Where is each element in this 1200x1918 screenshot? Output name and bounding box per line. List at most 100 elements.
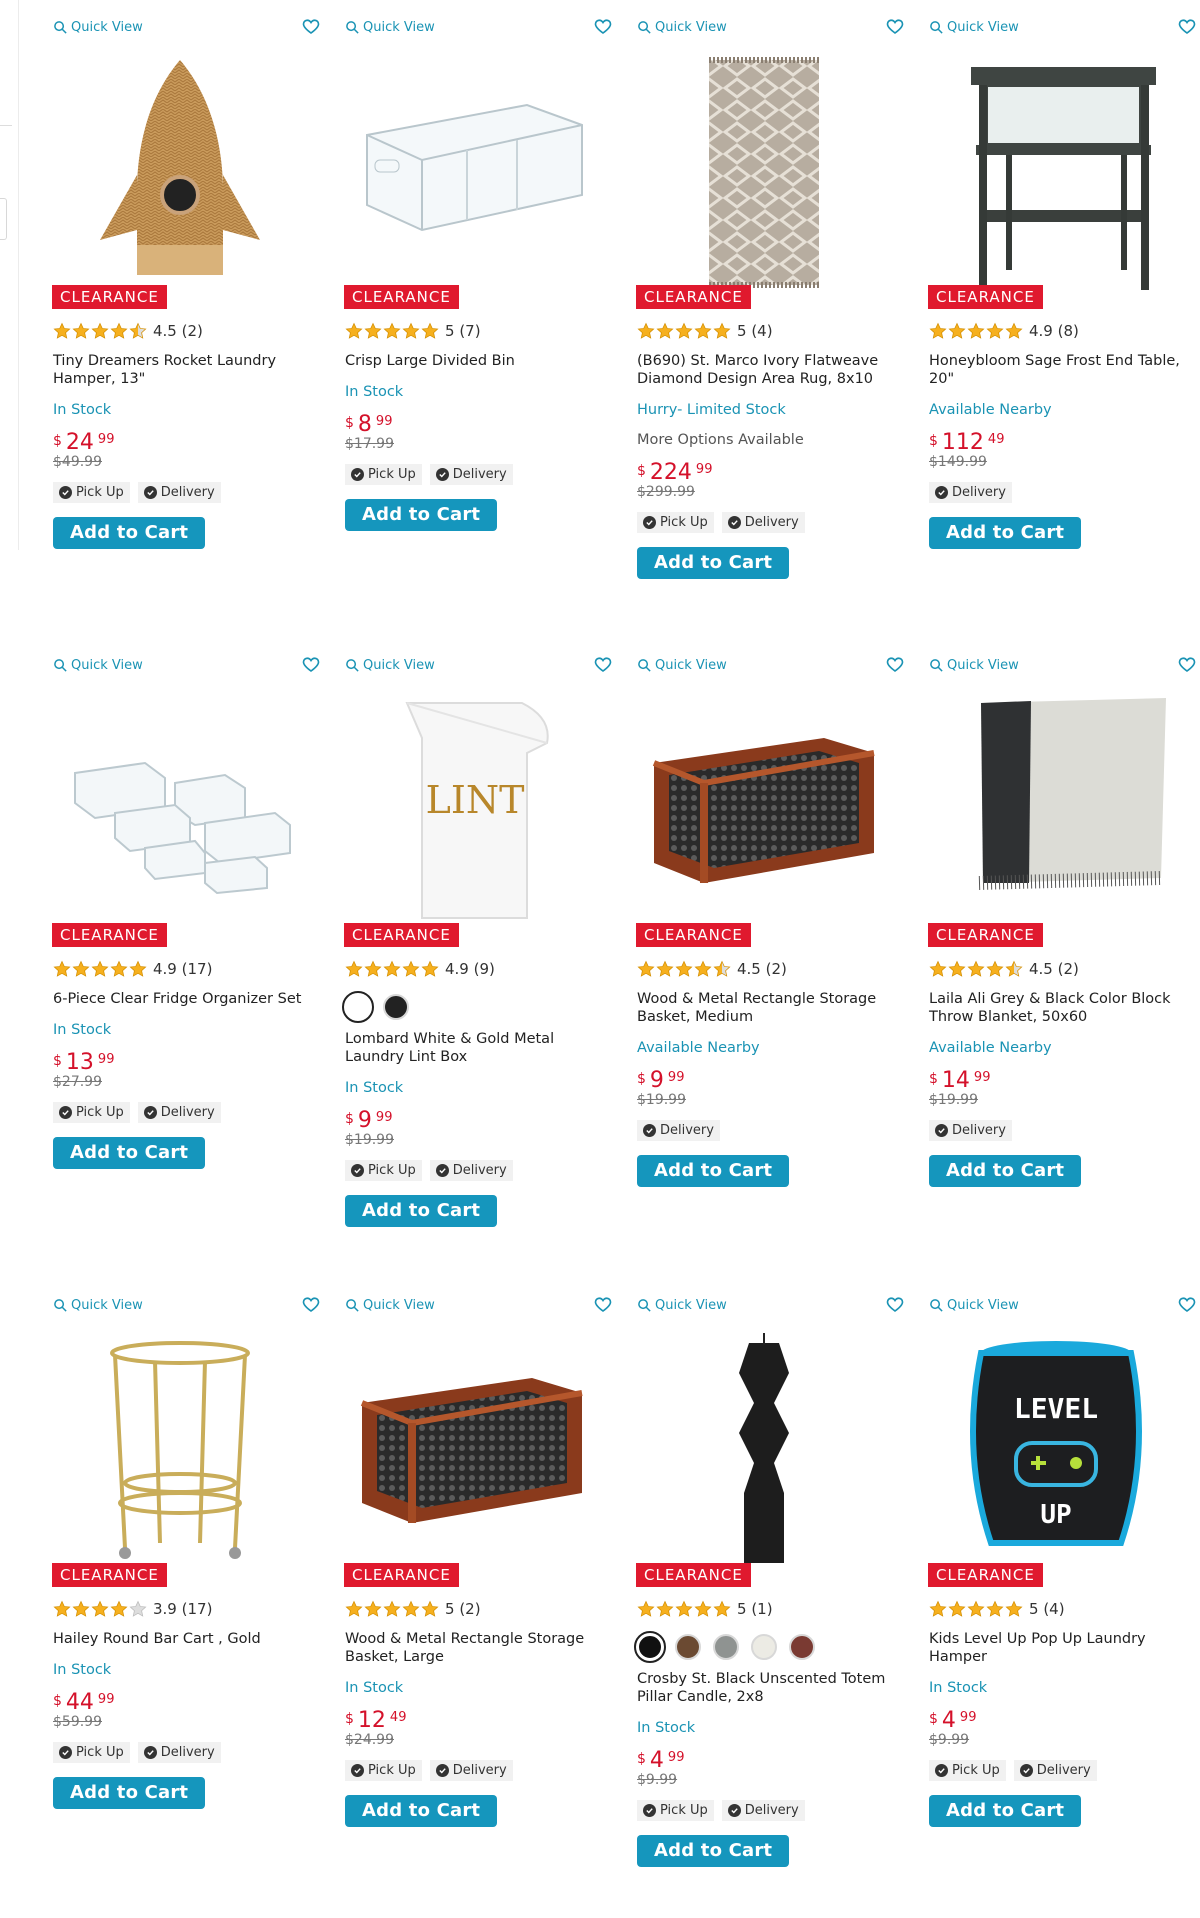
product-card[interactable]: Quick View CLEARANCE 5 (7) Crisp Large D…: [342, 10, 622, 640]
fulfillment-options: Pick Up Delivery: [345, 1760, 615, 1781]
quick-view-link[interactable]: Quick View: [53, 20, 143, 35]
product-card[interactable]: Quick View CLEARANCE 4.9 (8) Honeybloom …: [926, 10, 1200, 640]
product-image[interactable]: [342, 1328, 602, 1578]
add-to-cart-button[interactable]: Add to Cart: [929, 1795, 1082, 1827]
filter-panel-handle[interactable]: [0, 198, 7, 240]
more-options[interactable]: More Options Available: [637, 432, 907, 448]
rating[interactable]: 4.9 (9): [345, 958, 615, 980]
add-to-cart-button[interactable]: Add to Cart: [637, 547, 790, 579]
add-to-cart-button[interactable]: Add to Cart: [53, 1137, 206, 1169]
color-swatch[interactable]: [634, 1631, 666, 1663]
wishlist-heart-icon[interactable]: [302, 1296, 320, 1314]
color-swatch[interactable]: [789, 1634, 815, 1660]
product-title[interactable]: Wood & Metal Rectangle Storage Basket, L…: [345, 1630, 615, 1666]
product-image[interactable]: [634, 1328, 894, 1578]
product-title[interactable]: 6-Piece Clear Fridge Organizer Set: [53, 990, 323, 1008]
rating[interactable]: 5 (4): [637, 320, 907, 342]
quick-view-link[interactable]: Quick View: [929, 20, 1019, 35]
stock-status: In Stock: [345, 1080, 404, 1096]
quick-view-link[interactable]: Quick View: [637, 658, 727, 673]
product-title[interactable]: Tiny Dreamers Rocket Laundry Hamper, 13": [53, 352, 323, 388]
wishlist-heart-icon[interactable]: [1178, 1296, 1196, 1314]
color-swatch[interactable]: [383, 994, 409, 1020]
add-to-cart-button[interactable]: Add to Cart: [53, 1777, 206, 1809]
quick-view-link[interactable]: Quick View: [345, 658, 435, 673]
rating[interactable]: 5 (1): [637, 1598, 907, 1620]
add-to-cart-button[interactable]: Add to Cart: [929, 517, 1082, 549]
add-to-cart-button[interactable]: Add to Cart: [345, 499, 498, 531]
rating[interactable]: 4.5 (2): [637, 958, 907, 980]
quick-view-link[interactable]: Quick View: [929, 658, 1019, 673]
wishlist-heart-icon[interactable]: [594, 18, 612, 36]
wishlist-heart-icon[interactable]: [302, 656, 320, 674]
quick-view-link[interactable]: Quick View: [637, 20, 727, 35]
check-icon: [1019, 1764, 1033, 1777]
wishlist-heart-icon[interactable]: [886, 18, 904, 36]
quick-view-link[interactable]: Quick View: [345, 1298, 435, 1313]
wishlist-heart-icon[interactable]: [302, 18, 320, 36]
product-card[interactable]: Quick View CLEARANCE 4.5 (2) Wood & Meta…: [634, 648, 914, 1278]
quick-view-link[interactable]: Quick View: [637, 1298, 727, 1313]
product-title[interactable]: Laila Ali Grey & Black Color Block Throw…: [929, 990, 1199, 1026]
product-title[interactable]: Lombard White & Gold Metal Laundry Lint …: [345, 1030, 615, 1066]
rating[interactable]: 3.9 (17): [53, 1598, 323, 1620]
product-card[interactable]: Quick View CLEARANCE 3.9 (17) Hailey Rou…: [50, 1288, 330, 1918]
add-to-cart-button[interactable]: Add to Cart: [637, 1835, 790, 1867]
wishlist-heart-icon[interactable]: [594, 656, 612, 674]
rating[interactable]: 5 (2): [345, 1598, 615, 1620]
product-title[interactable]: Honeybloom Sage Frost End Table, 20": [929, 352, 1199, 388]
product-card[interactable]: Quick View CLEARANCE 4.5 (2) Laila Ali G…: [926, 648, 1200, 1278]
product-image[interactable]: [634, 50, 894, 300]
product-image[interactable]: [342, 50, 602, 300]
color-swatch[interactable]: [751, 1634, 777, 1660]
product-image[interactable]: [634, 688, 894, 938]
quick-view-link[interactable]: Quick View: [53, 1298, 143, 1313]
product-title[interactable]: Crisp Large Divided Bin: [345, 352, 615, 370]
color-swatch[interactable]: [675, 1634, 701, 1660]
quick-view-link[interactable]: Quick View: [345, 20, 435, 35]
product-image[interactable]: [50, 1328, 310, 1578]
rating[interactable]: 5 (7): [345, 320, 615, 342]
add-to-cart-button[interactable]: Add to Cart: [53, 517, 206, 549]
product-image[interactable]: LEVEL UP: [926, 1328, 1186, 1578]
add-to-cart-button[interactable]: Add to Cart: [345, 1195, 498, 1227]
product-card[interactable]: Quick View LINT CLEARANCE 4.9 (9) Lombar…: [342, 648, 622, 1278]
rating[interactable]: 4.5 (2): [53, 320, 323, 342]
wishlist-heart-icon[interactable]: [1178, 18, 1196, 36]
quick-view-link[interactable]: Quick View: [929, 1298, 1019, 1313]
product-title[interactable]: (B690) St. Marco Ivory Flatweave Diamond…: [637, 352, 907, 388]
rating[interactable]: 4.9 (17): [53, 958, 323, 980]
product-image[interactable]: [926, 50, 1186, 300]
star-rating: [53, 960, 147, 978]
product-title[interactable]: Kids Level Up Pop Up Laundry Hamper: [929, 1630, 1199, 1666]
product-image[interactable]: [50, 50, 310, 300]
product-card[interactable]: Quick View LEVEL UP CLEARANCE 5 (4) Kids …: [926, 1288, 1200, 1918]
color-swatch[interactable]: [342, 991, 374, 1023]
product-image[interactable]: LINT: [342, 688, 602, 938]
quick-view-link[interactable]: Quick View: [53, 658, 143, 673]
product-image[interactable]: [50, 688, 310, 938]
product-card[interactable]: Quick View CLEARANCE 5 (2) Wood & Metal …: [342, 1288, 622, 1918]
product-title[interactable]: Wood & Metal Rectangle Storage Basket, M…: [637, 990, 907, 1026]
product-card[interactable]: Quick View CLEARANCE 5 (1) Crosby St. Bl…: [634, 1288, 914, 1918]
wishlist-heart-icon[interactable]: [1178, 656, 1196, 674]
stock-status: Available Nearby: [929, 402, 1052, 418]
product-image[interactable]: [926, 688, 1186, 938]
product-card[interactable]: Quick View CLEARANCE 4.5 (2) Tiny Dreame…: [50, 10, 330, 640]
product-title[interactable]: Hailey Round Bar Cart , Gold: [53, 1630, 323, 1648]
product-card[interactable]: Quick View CLEARANCE 5 (4) (B690) St. Ma…: [634, 10, 914, 640]
add-to-cart-button[interactable]: Add to Cart: [345, 1795, 498, 1827]
wishlist-heart-icon[interactable]: [594, 1296, 612, 1314]
wishlist-heart-icon[interactable]: [886, 1296, 904, 1314]
star-icon: [1005, 960, 1023, 978]
rating[interactable]: 4.5 (2): [929, 958, 1199, 980]
wishlist-heart-icon[interactable]: [886, 656, 904, 674]
add-to-cart-button[interactable]: Add to Cart: [929, 1155, 1082, 1187]
product-card[interactable]: Quick View CLEARANCE 4.9 (17) 6-Piece Cl…: [50, 648, 330, 1278]
add-to-cart-button[interactable]: Add to Cart: [637, 1155, 790, 1187]
rating[interactable]: 5 (4): [929, 1598, 1199, 1620]
rating[interactable]: 4.9 (8): [929, 320, 1199, 342]
stock-status: In Stock: [929, 1680, 988, 1696]
product-title[interactable]: Crosby St. Black Unscented Totem Pillar …: [637, 1670, 907, 1706]
color-swatch[interactable]: [713, 1634, 739, 1660]
